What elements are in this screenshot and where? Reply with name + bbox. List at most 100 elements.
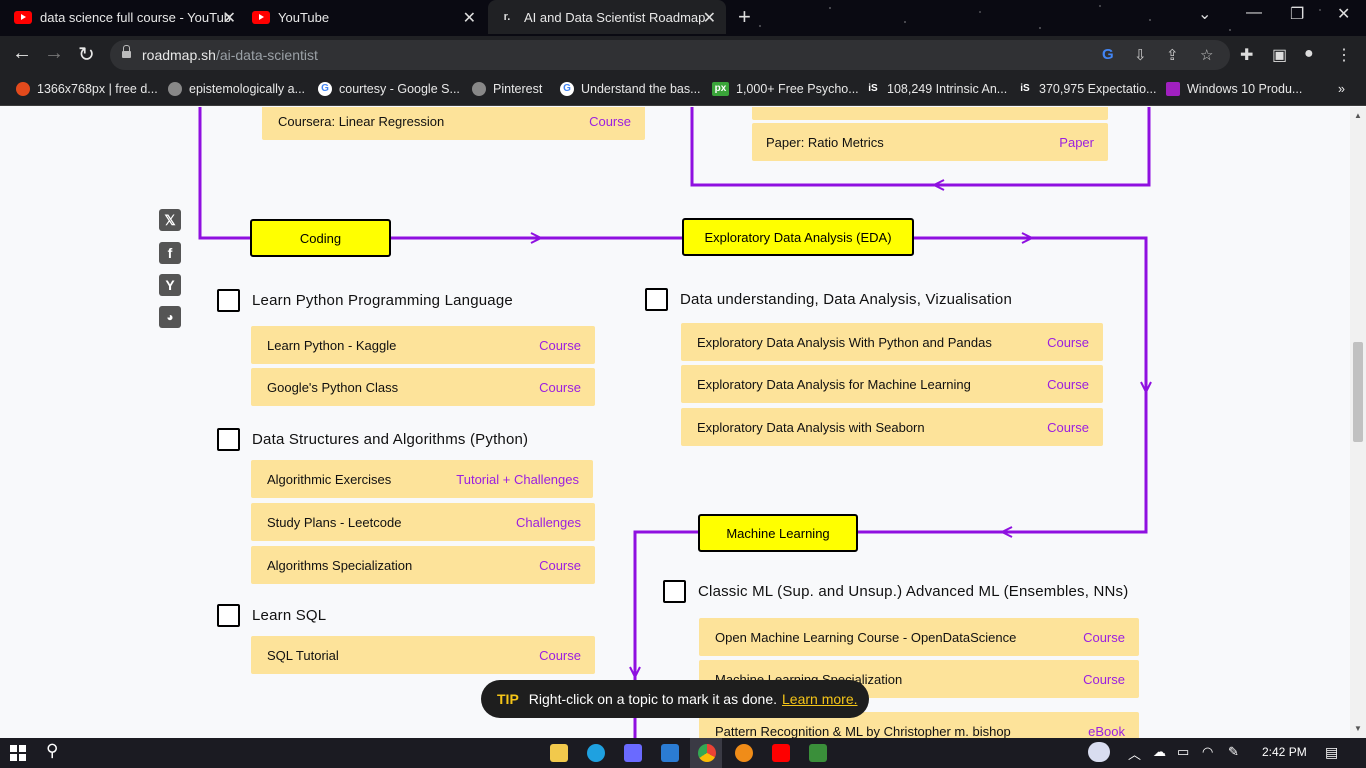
flame-icon	[16, 82, 30, 96]
bookmark-item[interactable]: iS 370,975 Expectatio...	[1018, 82, 1156, 96]
share-icon[interactable]: ⇪	[1166, 46, 1179, 64]
learn-more-link[interactable]: Learn more.	[782, 691, 857, 707]
resource-item-partial[interactable]	[752, 107, 1108, 120]
mail-icon[interactable]	[661, 744, 679, 762]
topic-coding[interactable]: Coding	[250, 219, 391, 257]
tab-title: AI and Data Scientist Roadmap	[524, 9, 706, 25]
edge-icon[interactable]	[587, 744, 605, 762]
subtopic-learn-sql[interactable]: Learn SQL	[217, 604, 326, 627]
resource-item[interactable]: Exploratory Data Analysis for Machine Le…	[681, 365, 1103, 403]
taskbar-clock[interactable]: 2:42 PM	[1262, 745, 1307, 759]
bookmark-item[interactable]: G Understand the bas...	[560, 82, 701, 96]
scroll-down-icon[interactable]: ▼	[1354, 724, 1362, 733]
roadmap-connector-lines	[198, 107, 1152, 738]
wifi-icon[interactable]: ◠	[1202, 744, 1213, 760]
subtopic-data-understanding[interactable]: Data understanding, Data Analysis, Vizua…	[645, 288, 1012, 311]
resource-item[interactable]: SQL Tutorial Course	[251, 636, 595, 674]
menu-icon[interactable]: ⋮	[1336, 45, 1352, 65]
side-panel-icon[interactable]: ▣	[1272, 45, 1287, 65]
back-icon[interactable]: ←	[12, 42, 32, 65]
more-bookmarks-icon[interactable]: »	[1338, 82, 1345, 96]
globe-icon	[168, 82, 182, 96]
google-icon: G	[318, 82, 332, 96]
chrome-icon[interactable]	[698, 744, 716, 762]
windows-start-icon[interactable]	[10, 745, 26, 761]
tip-text: Right-click on a topic to mark it as don…	[528, 691, 778, 707]
weather-icon[interactable]	[1088, 742, 1110, 762]
minimize-icon[interactable]: —	[1246, 4, 1262, 22]
reddit-icon[interactable]: ◕	[159, 306, 181, 328]
lock-icon	[122, 45, 131, 60]
x-twitter-icon[interactable]: 𝕏	[159, 209, 181, 231]
battery-icon[interactable]: ▭	[1177, 744, 1189, 760]
bookmark-item[interactable]: Windows 10 Produ...	[1166, 82, 1302, 96]
bookmark-item[interactable]: px 1,000+ Free Psycho...	[712, 82, 859, 96]
resource-item[interactable]: Paper: Ratio Metrics Paper	[752, 123, 1108, 161]
tip-badge: TIP	[497, 691, 519, 707]
resource-item[interactable]: Open Machine Learning Course - OpenDataS…	[699, 618, 1139, 656]
topic-eda[interactable]: Exploratory Data Analysis (EDA)	[682, 218, 914, 256]
tab-roadmap[interactable]: r. AI and Data Scientist Roadmap ✕	[488, 0, 726, 34]
roadmap-icon: r.	[503, 11, 511, 23]
search-icon[interactable]: ⚲	[46, 741, 58, 761]
roadmap-page: 𝕏 f Y ◕ Coursera: Linear Regression Cour…	[0, 107, 1350, 738]
tab-youtube[interactable]: YouTube ✕	[252, 0, 482, 34]
resource-item[interactable]: Study Plans - Leetcode Challenges	[251, 503, 595, 541]
bookmark-item[interactable]: iS 108,249 Intrinsic An...	[866, 82, 1007, 96]
close-icon[interactable]: ✕	[223, 8, 236, 28]
store-icon[interactable]	[624, 744, 642, 762]
install-app-icon[interactable]: ⇩	[1134, 46, 1147, 64]
cloud-icon[interactable]: ☁	[1153, 744, 1166, 760]
file-explorer-icon[interactable]	[550, 744, 568, 762]
app-icon[interactable]	[809, 744, 827, 762]
notification-icon[interactable]: ▤	[1325, 744, 1338, 761]
resource-item[interactable]: Google's Python Class Course	[251, 368, 595, 406]
resource-item[interactable]: Exploratory Data Analysis With Python an…	[681, 323, 1103, 361]
profile-icon[interactable]: ●	[1304, 45, 1314, 63]
extensions-icon[interactable]: ✚	[1240, 45, 1253, 65]
done-checkbox[interactable]	[217, 428, 240, 451]
new-tab-button[interactable]: +	[738, 4, 751, 30]
address-bar[interactable]: roadmap.sh/ai-data-scientist G ⇩ ⇪ ☆	[110, 40, 1230, 70]
close-icon[interactable]: ✕	[463, 8, 476, 28]
resource-item[interactable]: Algorithmic Exercises Tutorial + Challen…	[251, 460, 593, 498]
restore-icon[interactable]: ❐	[1290, 4, 1304, 24]
chevron-up-icon[interactable]: ︿	[1128, 744, 1141, 763]
topic-machine-learning[interactable]: Machine Learning	[698, 514, 858, 552]
bookmark-item[interactable]: 1366x768px | free d...	[16, 82, 158, 96]
page-scrollbar[interactable]: ▲ ▼	[1350, 107, 1366, 738]
istock-icon: iS	[1020, 83, 1030, 94]
done-checkbox[interactable]	[663, 580, 686, 603]
resource-item[interactable]: Exploratory Data Analysis with Seaborn C…	[681, 408, 1103, 446]
done-checkbox[interactable]	[217, 604, 240, 627]
subtopic-dsa[interactable]: Data Structures and Algorithms (Python)	[217, 428, 528, 451]
bookmark-star-icon[interactable]: ☆	[1200, 46, 1213, 64]
subtopic-classic-ml[interactable]: Classic ML (Sup. and Unsup.) Advanced ML…	[663, 580, 1128, 603]
youtube-icon	[14, 10, 32, 24]
blender-icon[interactable]	[735, 744, 753, 762]
reload-icon[interactable]: ↻	[78, 42, 95, 67]
globe-icon	[472, 82, 486, 96]
bookmark-item[interactable]: Pinterest	[472, 82, 542, 96]
pen-icon[interactable]: ✎	[1228, 744, 1239, 760]
hackernews-icon[interactable]: Y	[159, 274, 181, 296]
bookmark-item[interactable]: Gcourtesy - Google S...	[318, 82, 460, 96]
resource-item[interactable]: Algorithms Specialization Course	[251, 546, 595, 584]
resource-item[interactable]: Coursera: Linear Regression Course	[262, 107, 645, 140]
subtopic-learn-python[interactable]: Learn Python Programming Language	[217, 289, 513, 312]
scroll-up-icon[interactable]: ▲	[1354, 111, 1362, 120]
scrollbar-thumb[interactable]	[1353, 342, 1363, 442]
facebook-icon[interactable]: f	[159, 242, 181, 264]
resource-item[interactable]: Learn Python - Kaggle Course	[251, 326, 595, 364]
youtube-app-icon[interactable]	[772, 744, 790, 762]
done-checkbox[interactable]	[645, 288, 668, 311]
forward-icon[interactable]: →	[44, 42, 64, 65]
window-close-icon[interactable]: ✕	[1337, 4, 1350, 24]
tab-search-icon[interactable]: ⌄	[1198, 4, 1211, 24]
bookmarks-bar: 1366x768px | free d... epistemologically…	[0, 74, 1366, 106]
google-lens-icon[interactable]: G	[1102, 46, 1114, 63]
bookmark-item[interactable]: epistemologically a...	[168, 82, 305, 96]
close-icon[interactable]: ✕	[703, 8, 716, 28]
done-checkbox[interactable]	[217, 289, 240, 312]
tab-youtube-course[interactable]: data science full course - YouTub ✕	[14, 0, 242, 34]
